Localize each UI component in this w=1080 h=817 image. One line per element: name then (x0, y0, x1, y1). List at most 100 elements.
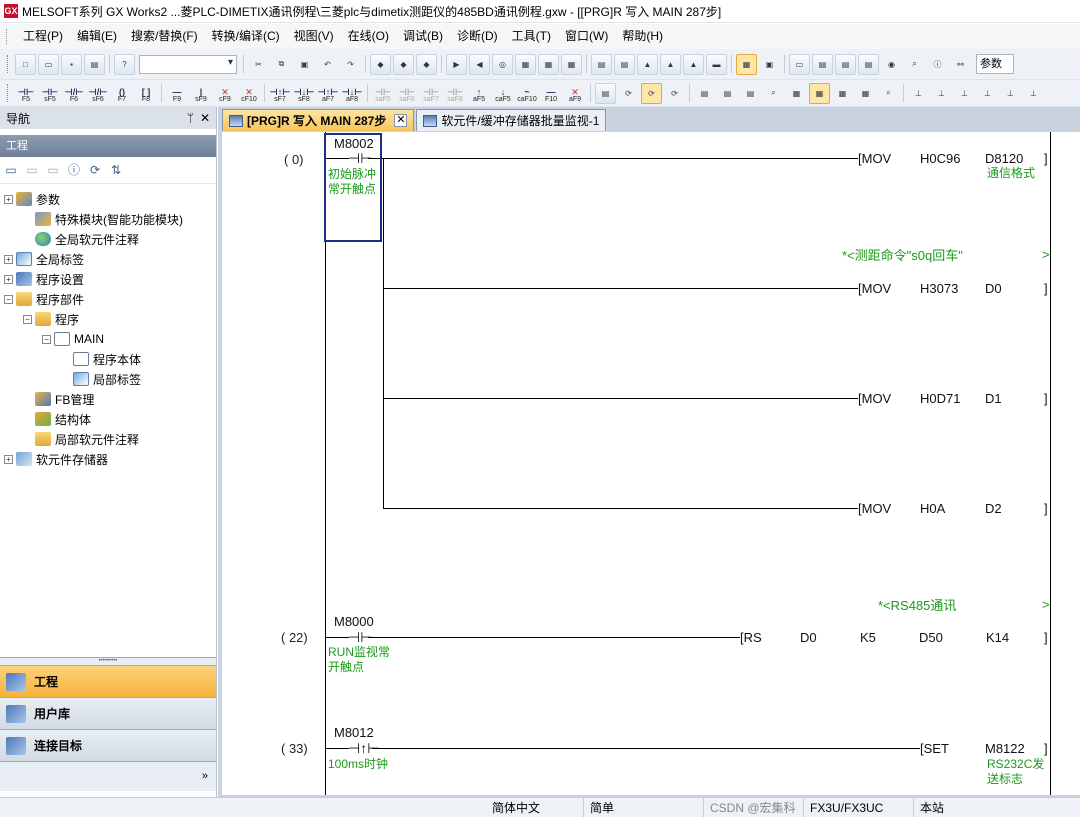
tree-item[interactable]: 局部标签 (0, 369, 216, 389)
copy-data-icon[interactable]: ▭ (23, 161, 41, 179)
save-icon[interactable]: ▪ (61, 53, 82, 75)
fkey-rising-parallel[interactable]: ⊣↑⊢ aF7 (317, 82, 339, 104)
project-view-icon[interactable]: ▦ (736, 53, 757, 75)
fkey-falling-edge[interactable]: ⊣↓⊢ sF8 (293, 82, 315, 104)
sfc4-icon[interactable]: ⊥ (977, 83, 998, 104)
expand-icon[interactable]: + (4, 254, 13, 264)
undo-icon[interactable]: ↶ (317, 54, 338, 75)
tab-main-program[interactable]: [PRG]R 写入 MAIN 287步 ✕ (222, 109, 415, 131)
menu-window[interactable]: 窗口(W) (558, 24, 615, 49)
cross-ref-icon[interactable]: ▦ (855, 83, 876, 104)
tree-item[interactable]: 结构体 (0, 409, 216, 429)
expand-icon[interactable]: + (4, 274, 13, 284)
collapse-icon[interactable]: − (42, 334, 51, 344)
splitter-grip[interactable]: ••••••••• (0, 657, 216, 665)
verify-plc-icon[interactable]: ◎ (492, 53, 513, 75)
device-dev-icon[interactable]: ▤ (591, 53, 612, 75)
write-plc-icon[interactable]: ▶ (446, 53, 467, 75)
pin-icon[interactable]: ᛘ (187, 111, 194, 125)
tab-device-batch-monitor[interactable]: 软元件/缓冲存储器批量监视-1 (416, 109, 607, 131)
print-icon[interactable]: ▤ (84, 53, 105, 75)
paste-data-icon[interactable]: ▭ (44, 161, 62, 179)
fkey-contact-nc-parallel[interactable]: ⊣/⊢ sF6 (87, 82, 109, 104)
new-file-icon[interactable]: □ (15, 53, 36, 75)
tree-item[interactable]: − 程序 (0, 309, 216, 329)
plc-diagnose-icon[interactable]: ▲ (637, 53, 658, 75)
collapse-icon[interactable]: − (23, 314, 32, 324)
fkey-caf5[interactable]: ↓ caF5 (492, 82, 514, 104)
device-search-icon[interactable]: ◆ (370, 53, 391, 75)
convert-icon[interactable]: ⟳ (618, 83, 639, 104)
fkey-delete-hline[interactable]: ✕ cF9 (214, 82, 236, 104)
sfc5-icon[interactable]: ⊥ (1000, 83, 1021, 104)
tree-item[interactable]: + 全局标签 (0, 249, 216, 269)
expand-icon[interactable]: + (4, 194, 13, 204)
tree-item[interactable]: 特殊模块(智能功能模块) (0, 209, 216, 229)
fkey-delete-vline[interactable]: ✕ cF10 (238, 82, 260, 104)
fkey-saf7[interactable]: ⊣⊢ saF7 (420, 82, 442, 104)
zoom-icon[interactable]: ⌕ (763, 83, 784, 104)
display-mode-icon[interactable]: ▦ (809, 82, 830, 104)
comment-icon[interactable]: ▤ (694, 83, 715, 104)
cursor[interactable] (324, 133, 382, 242)
fkey-contact-parallel[interactable]: ⊣⊢ sF5 (39, 82, 61, 104)
plc-run-icon[interactable]: ▲ (660, 53, 681, 75)
help-icon[interactable]: ? (114, 53, 135, 75)
monitor-stop-icon[interactable]: ▦ (538, 53, 559, 75)
device-batch-icon[interactable]: ◆ (416, 53, 437, 75)
tree-item[interactable]: + 软元件存储器 (0, 449, 216, 469)
tree-item[interactable]: 程序本体 (0, 349, 216, 369)
ladder-editor[interactable]: ( 0) M8002 ⊣⊢ 初始脉冲 常开触点 [MOV H0C96 D8120… (222, 132, 1080, 795)
menu-online[interactable]: 在线(O) (341, 24, 396, 49)
property-icon[interactable]: ⓘ (65, 161, 83, 179)
menu-edit[interactable]: 编辑(E) (70, 24, 124, 49)
note-edit-icon[interactable]: ▤ (740, 83, 761, 104)
nav-project-button[interactable]: 工程 (0, 665, 216, 697)
statement-edit-icon[interactable]: ▤ (717, 83, 738, 104)
copy-icon[interactable]: ⧉ (271, 54, 292, 75)
collapse-icon[interactable]: − (4, 294, 13, 304)
search-jump-icon[interactable]: ⌕ (878, 83, 899, 104)
menu-diagnostics[interactable]: 诊断(D) (450, 24, 505, 49)
statement-icon[interactable]: ▤ (595, 82, 616, 104)
dev-batch-icon[interactable]: ▤ (835, 53, 856, 75)
read-plc-icon[interactable]: ◀ (469, 53, 490, 75)
fkey-saf8[interactable]: ⊣⊢ saF8 (444, 82, 466, 104)
menu-project[interactable]: 工程(P) (16, 24, 70, 49)
tree-item[interactable]: FB管理 (0, 389, 216, 409)
device-replace-icon[interactable]: ◆ (393, 53, 414, 75)
menu-tool[interactable]: 工具(T) (505, 24, 558, 49)
nav-more-button[interactable]: » (0, 761, 216, 791)
fkey-vline[interactable]: | sF9 (190, 82, 212, 104)
redo-icon[interactable]: ↷ (340, 54, 361, 75)
plc-stop-icon[interactable]: ▲ (683, 53, 704, 75)
fkey-contact-no[interactable]: ⊣⊢ F5 (15, 82, 37, 104)
convert-all-icon[interactable]: ⟳ (641, 82, 662, 104)
fkey-coil[interactable]: () F7 (111, 82, 133, 104)
convert-online-icon[interactable]: ⟳ (664, 83, 685, 104)
tree-item[interactable]: + 参数 (0, 189, 216, 209)
watch-icon[interactable]: ◉ (881, 54, 902, 75)
menu-convert[interactable]: 转换/编译(C) (205, 24, 287, 49)
dev-test-icon[interactable]: ▤ (858, 53, 879, 75)
window-icon[interactable]: ▭ (789, 53, 810, 75)
binoculars-icon[interactable]: ⚯ (950, 54, 971, 75)
fkey-contact-nc[interactable]: ⊣/⊢ F6 (63, 82, 85, 104)
device-display-icon[interactable]: ▦ (786, 83, 807, 104)
ladder-view-icon[interactable]: ▣ (759, 54, 780, 75)
fkey-saf6[interactable]: ⊣⊢ saF6 (396, 82, 418, 104)
tree-item[interactable]: + 程序设置 (0, 269, 216, 289)
nav-connection-button[interactable]: 连接目标 (0, 729, 216, 761)
fkey-af9[interactable]: ✕ aF9 (564, 82, 586, 104)
monitor-write-icon[interactable]: ▦ (561, 53, 582, 75)
dev-watch-icon[interactable]: ▤ (812, 53, 833, 75)
find-icon[interactable]: ⌕ (904, 54, 925, 75)
menu-debug[interactable]: 调试(B) (396, 24, 450, 49)
simulation-icon[interactable]: ▬ (706, 53, 727, 75)
monitor-mode-icon[interactable]: ▦ (832, 83, 853, 104)
sfc-icon[interactable]: ⊥ (908, 83, 929, 104)
expand-icon[interactable]: + (4, 454, 13, 464)
fkey-falling-parallel[interactable]: ⊣↓⊢ aF8 (341, 82, 363, 104)
device-dev2-icon[interactable]: ▤ (614, 53, 635, 75)
fkey-caf10[interactable]: ~ caF10 (516, 82, 538, 104)
